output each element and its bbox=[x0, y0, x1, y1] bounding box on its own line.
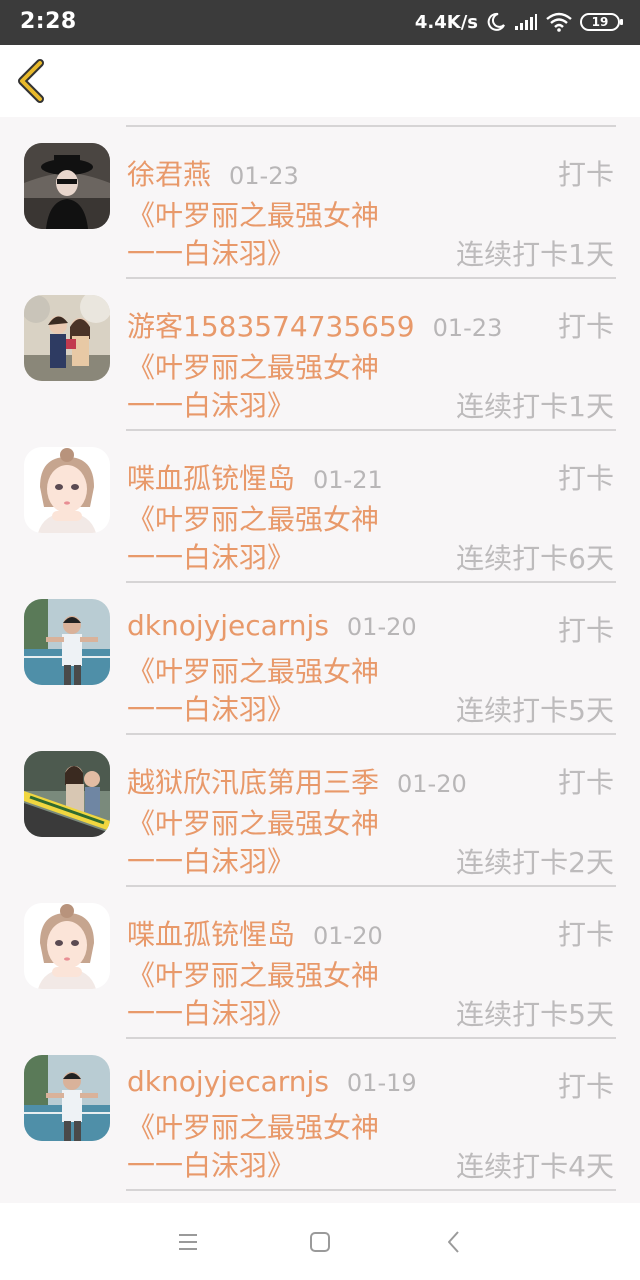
status-bar: 2:28 4.4K/s 19 bbox=[0, 0, 640, 45]
menu-icon[interactable] bbox=[175, 1229, 201, 1255]
user-name[interactable]: dknojyjecarnjs bbox=[127, 609, 329, 642]
book-title[interactable]: 《叶罗丽之最强女神 一一白沫羽》 bbox=[127, 957, 427, 1033]
book-title-line2: 一一白沫羽》 bbox=[127, 693, 296, 726]
checkin-date: 01-19 bbox=[346, 1069, 417, 1097]
list-item[interactable]: 喋血孤铳惺岛 01-21 打卡 《叶罗丽之最强女神 一一白沫羽》 连续打卡6天 bbox=[0, 421, 640, 583]
checkin-label: 打卡 bbox=[557, 614, 614, 647]
book-title-line2: 一一白沫羽》 bbox=[127, 1149, 296, 1182]
avatar[interactable] bbox=[24, 1055, 110, 1141]
list-item[interactable]: dknojyjecarnjs 01-19 打卡 《叶罗丽之最强女神 一一白沫羽》… bbox=[0, 1029, 640, 1191]
checkin-date: 01-23 bbox=[432, 314, 503, 342]
back-triangle-icon[interactable] bbox=[441, 1229, 467, 1255]
checkin-date: 01-20 bbox=[346, 613, 417, 641]
book-title-line2: 一一白沫羽》 bbox=[127, 389, 296, 422]
home-square-icon[interactable] bbox=[307, 1229, 333, 1255]
streak-days: 连续打卡5天 bbox=[456, 998, 614, 1031]
list-item[interactable]: dknojyjecarnjs 01-20 打卡 《叶罗丽之最强女神 一一白沫羽》… bbox=[0, 573, 640, 735]
book-title[interactable]: 《叶罗丽之最强女神 一一白沫羽》 bbox=[127, 197, 427, 273]
book-title-line1: 《叶罗丽之最强女神 bbox=[127, 351, 380, 384]
checkin-label: 打卡 bbox=[557, 1070, 614, 1103]
battery-icon: 19 bbox=[580, 13, 623, 31]
user-name[interactable]: 喋血孤铳惺岛 bbox=[127, 457, 295, 497]
book-title[interactable]: 《叶罗丽之最强女神 一一白沫羽》 bbox=[127, 349, 427, 425]
book-title-line2: 一一白沫羽》 bbox=[127, 541, 296, 574]
book-title-line1: 《叶罗丽之最强女神 bbox=[127, 655, 380, 688]
moon-icon bbox=[487, 12, 505, 31]
book-title-line2: 一一白沫羽》 bbox=[127, 845, 296, 878]
checkin-date: 01-21 bbox=[313, 466, 383, 494]
checkin-label: 打卡 bbox=[557, 158, 614, 191]
signal-icon bbox=[515, 14, 537, 30]
list-item[interactable]: 游客1583574735659 01-23 打卡 《叶罗丽之最强女神 一一白沫羽… bbox=[0, 269, 640, 431]
streak-days: 连续打卡1天 bbox=[456, 390, 614, 423]
status-icons: 4.4K/s 19 bbox=[414, 10, 623, 34]
book-title[interactable]: 《叶罗丽之最强女神 一一白沫羽》 bbox=[127, 1109, 427, 1185]
user-name[interactable]: 喋血孤铳惺岛 bbox=[127, 913, 295, 953]
checkin-date: 01-20 bbox=[397, 770, 467, 798]
book-title[interactable]: 《叶罗丽之最强女神 一一白沫羽》 bbox=[127, 501, 427, 577]
checkin-label: 打卡 bbox=[557, 918, 614, 951]
avatar[interactable] bbox=[24, 599, 110, 685]
user-name[interactable]: dknojyjecarnjs bbox=[127, 1065, 329, 1098]
name-line: 越狱欣汛底第用三季 01-20 bbox=[127, 761, 467, 801]
battery-level: 19 bbox=[591, 15, 609, 29]
system-nav-bar bbox=[0, 1203, 640, 1280]
streak-days: 连续打卡2天 bbox=[456, 846, 614, 879]
book-title-line2: 一一白沫羽》 bbox=[127, 997, 296, 1030]
status-time: 2:28 bbox=[20, 9, 77, 34]
book-title[interactable]: 《叶罗丽之最强女神 一一白沫羽》 bbox=[127, 653, 427, 729]
streak-days: 连续打卡6天 bbox=[456, 542, 614, 575]
checkin-label: 打卡 bbox=[557, 310, 614, 343]
list-item[interactable]: 徐君燕 01-23 打卡 《叶罗丽之最强女神 一一白沫羽》 连续打卡1天 bbox=[0, 117, 640, 279]
name-line: 喋血孤铳惺岛 01-21 bbox=[127, 457, 383, 497]
divider bbox=[126, 1189, 616, 1191]
book-title-line1: 《叶罗丽之最强女神 bbox=[127, 199, 380, 232]
avatar[interactable] bbox=[24, 751, 110, 837]
wifi-icon bbox=[546, 12, 572, 32]
book-title-line1: 《叶罗丽之最强女神 bbox=[127, 959, 380, 992]
avatar[interactable] bbox=[24, 447, 110, 533]
name-line: dknojyjecarnjs 01-20 bbox=[127, 609, 417, 642]
name-line: 徐君燕 01-23 bbox=[127, 153, 299, 193]
book-title-line2: 一一白沫羽》 bbox=[127, 237, 296, 270]
streak-days: 连续打卡4天 bbox=[456, 1150, 614, 1183]
book-title[interactable]: 《叶罗丽之最强女神 一一白沫羽》 bbox=[127, 805, 427, 881]
checkin-label: 打卡 bbox=[557, 462, 614, 495]
user-name[interactable]: 徐君燕 bbox=[127, 153, 211, 193]
user-name[interactable]: 越狱欣汛底第用三季 bbox=[127, 761, 379, 801]
avatar[interactable] bbox=[24, 295, 110, 381]
checkin-label: 打卡 bbox=[557, 766, 614, 799]
book-title-line1: 《叶罗丽之最强女神 bbox=[127, 503, 380, 536]
user-name[interactable]: 游客1583574735659 bbox=[127, 305, 415, 345]
header bbox=[0, 45, 640, 117]
avatar[interactable] bbox=[24, 143, 110, 229]
list-item[interactable]: 喋血孤铳惺岛 01-20 打卡 《叶罗丽之最强女神 一一白沫羽》 连续打卡5天 bbox=[0, 877, 640, 1039]
checkin-list[interactable]: 徐君燕 01-23 打卡 《叶罗丽之最强女神 一一白沫羽》 连续打卡1天 游客1… bbox=[0, 117, 640, 1203]
book-title-line1: 《叶罗丽之最强女神 bbox=[127, 1111, 380, 1144]
avatar[interactable] bbox=[24, 903, 110, 989]
streak-days: 连续打卡1天 bbox=[456, 238, 614, 271]
name-line: dknojyjecarnjs 01-19 bbox=[127, 1065, 417, 1098]
name-line: 喋血孤铳惺岛 01-20 bbox=[127, 913, 383, 953]
streak-days: 连续打卡5天 bbox=[456, 694, 614, 727]
checkin-date: 01-23 bbox=[229, 162, 299, 190]
network-speed: 4.4K/s bbox=[414, 11, 478, 33]
checkin-date: 01-20 bbox=[313, 922, 383, 950]
name-line: 游客1583574735659 01-23 bbox=[127, 305, 502, 345]
list-item[interactable]: 越狱欣汛底第用三季 01-20 打卡 《叶罗丽之最强女神 一一白沫羽》 连续打卡… bbox=[0, 725, 640, 887]
book-title-line1: 《叶罗丽之最强女神 bbox=[127, 807, 380, 840]
back-button[interactable] bbox=[14, 59, 48, 103]
